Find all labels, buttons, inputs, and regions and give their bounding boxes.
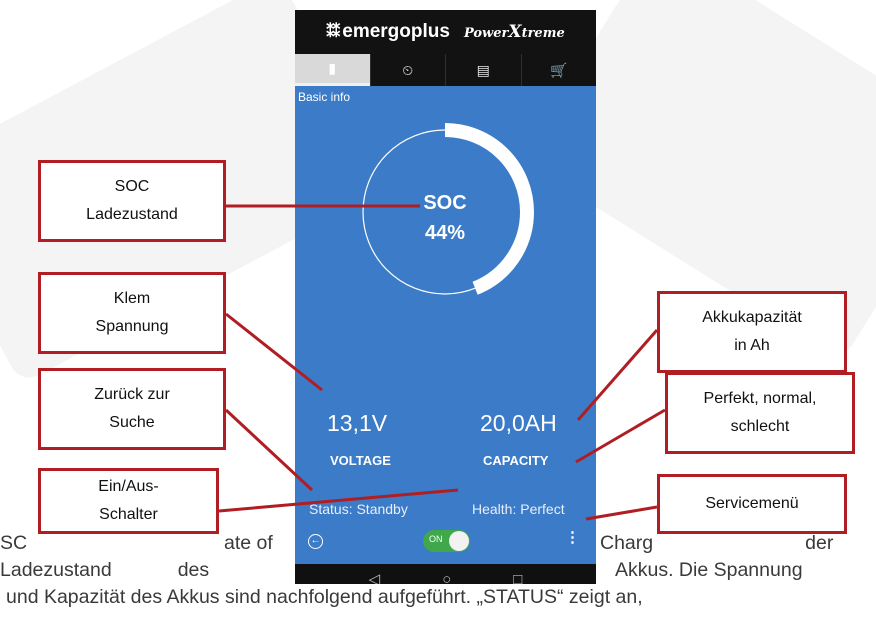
product-logo-prefix: Power [463, 26, 509, 41]
phone-screen: ⁑⁑ emergoplus PowerXtreme ▮ ⏲ ▤ 🛒 Basic … [295, 10, 596, 584]
tab-bar: ▮ ⏲ ▤ 🛒 [295, 54, 596, 86]
soc-value: 44% [424, 222, 466, 244]
tab-battery[interactable]: ▮ [295, 54, 370, 86]
callout-text: Perfekt, normal, schlecht [703, 390, 817, 435]
callout-klem-spannung: Klem Spannung [38, 272, 226, 354]
nav-home-icon[interactable]: ○ [442, 571, 451, 585]
logo-mark-icon: ⁑⁑ [326, 24, 340, 41]
toggle-knob [449, 531, 469, 551]
paragraph-word: Ladezustand [0, 559, 112, 581]
paragraph-line-1-mid: ate of [224, 532, 273, 554]
capacity-value: 20,0AH [480, 410, 557, 436]
product-logo-suffix: treme [521, 26, 565, 41]
nav-back-icon[interactable]: ◁ [369, 570, 381, 584]
callout-perfekt: Perfekt, normal, schlecht [665, 372, 855, 454]
callout-text: Ein/Aus- Schalter [98, 478, 159, 523]
toggle-label: ON [429, 534, 443, 544]
tab-speedometer[interactable]: ⏲ [369, 54, 446, 86]
callout-text: Servicemenü [705, 495, 799, 512]
service-menu-icon[interactable]: ⋮ [565, 528, 580, 546]
battery-icon: ▮ [328, 60, 337, 76]
callout-text: Klem Spannung [95, 290, 169, 335]
callout-soc: SOC Ladezustand [38, 160, 226, 242]
health-text: Health: Perfect [472, 501, 565, 517]
product-logo: PowerXtreme [464, 22, 565, 42]
paragraph-fragment: SC [0, 532, 28, 554]
capacity-label: CAPACITY [483, 453, 549, 468]
paragraph-line-2-right: Akkus. Die Spannung [615, 559, 803, 581]
callout-text: SOC Ladezustand [86, 178, 178, 223]
callout-akkukapazitat: Akkukapazität in Ah [657, 291, 847, 373]
nav-recents-icon[interactable]: □ [513, 571, 522, 585]
back-to-search-icon[interactable]: ← [308, 534, 323, 549]
brand-logo: ⁑⁑ emergoplus [326, 21, 450, 43]
paragraph-line-3: und Kapazität des Akkus sind nachfolgend… [6, 586, 643, 608]
app-header: ⁑⁑ emergoplus PowerXtreme [295, 10, 596, 54]
voltage-value: 13,1V [327, 410, 388, 436]
connector-service [585, 505, 658, 521]
brand-name: emergoplus [342, 21, 450, 42]
callout-text: Akkukapazität in Ah [702, 309, 802, 354]
paragraph-line-1-left: SC [0, 530, 27, 556]
product-logo-x: X [508, 22, 522, 42]
voltage-label: VOLTAGE [330, 453, 391, 468]
paragraph-word: des [177, 559, 210, 581]
speedometer-icon: ⏲ [402, 61, 414, 78]
cart-icon: 🛒 [550, 61, 568, 78]
android-navbar: ◁ ○ □ [295, 564, 596, 584]
callout-zuruck: Zurück zur Suche [38, 368, 226, 450]
status-text: Status: Standby [309, 501, 408, 517]
soc-label: SOC [423, 192, 467, 214]
paragraph-fragment: der [805, 532, 834, 554]
tab-document[interactable]: ▤ [445, 54, 521, 86]
paragraph-line-2-left: Ladezustand des [0, 557, 209, 583]
paragraph-fragment: Charg [600, 532, 654, 554]
tab-cart[interactable]: 🛒 [520, 54, 597, 86]
power-toggle[interactable]: ON [423, 530, 470, 552]
soc-readout: SOC 44% [355, 188, 535, 248]
section-label: Basic info [298, 90, 351, 104]
document-settings-icon: ▤ [476, 61, 490, 78]
callout-text: Zurück zur Suche [94, 386, 170, 431]
callout-servicemenu: Servicemenü [657, 474, 847, 534]
callout-ein-aus: Ein/Aus- Schalter [38, 468, 219, 534]
